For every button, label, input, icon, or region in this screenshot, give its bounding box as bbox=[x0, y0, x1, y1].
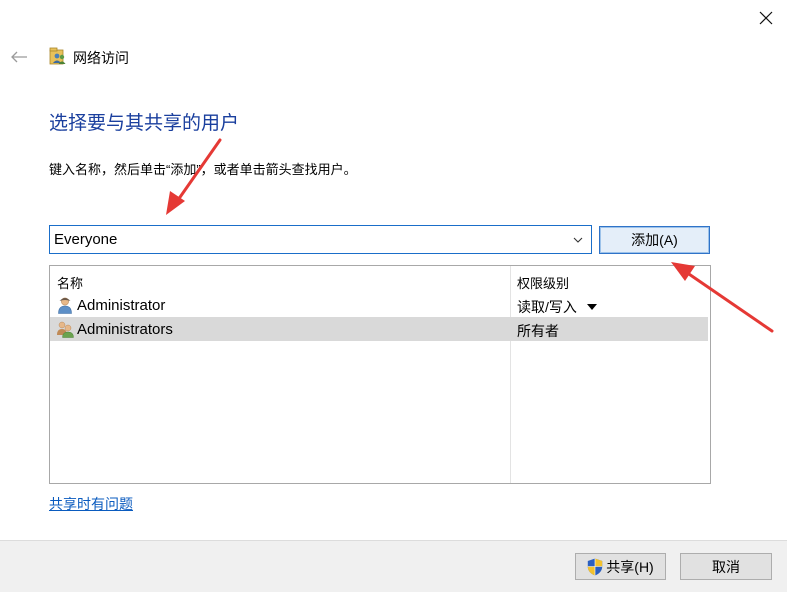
window-title: 网络访问 bbox=[73, 50, 129, 66]
table-row[interactable]: Administrator 读取/写入 bbox=[50, 293, 708, 317]
user-name-combobox[interactable] bbox=[49, 225, 592, 254]
page-heading: 选择要与其共享的用户 bbox=[49, 113, 240, 134]
user-group-icon bbox=[57, 321, 74, 338]
cancel-button[interactable]: 取消 bbox=[680, 553, 772, 580]
network-users-icon bbox=[49, 47, 66, 65]
permission-value: 所有者 bbox=[517, 323, 559, 339]
permission-value: 读取/写入 bbox=[517, 299, 577, 315]
table-header: 名称 权限级别 bbox=[50, 266, 710, 292]
user-icon bbox=[58, 297, 72, 314]
share-button[interactable]: 共享(H) bbox=[575, 553, 666, 580]
close-icon bbox=[759, 11, 773, 25]
user-name-input[interactable] bbox=[50, 226, 565, 253]
close-button[interactable] bbox=[745, 0, 787, 36]
uac-shield-icon bbox=[588, 558, 603, 575]
table-row[interactable]: Administrators 所有者 bbox=[50, 317, 708, 341]
add-button[interactable]: 添加(A) bbox=[599, 226, 710, 254]
back-arrow-icon bbox=[11, 51, 27, 63]
sharing-help-link[interactable]: 共享时有问题 bbox=[49, 494, 133, 514]
instruction-text: 键入名称，然后单击“添加”，或者单击箭头查找用户。 bbox=[49, 162, 357, 177]
column-header-name[interactable]: 名称 bbox=[57, 273, 83, 292]
column-header-permission[interactable]: 权限级别 bbox=[517, 273, 569, 292]
users-table: 名称 权限级别 Administrator 读取/写入 Administrato… bbox=[49, 265, 711, 484]
combo-dropdown-button[interactable] bbox=[565, 226, 591, 253]
footer-bar: 共享(H) 取消 bbox=[0, 540, 787, 592]
back-button[interactable] bbox=[8, 46, 30, 68]
chevron-down-icon bbox=[573, 237, 583, 243]
user-name: Administrator bbox=[77, 297, 166, 314]
triangle-down-icon bbox=[586, 303, 597, 310]
user-name: Administrators bbox=[77, 321, 173, 338]
permission-dropdown[interactable]: 读取/写入 bbox=[517, 297, 597, 317]
share-button-label: 共享(H) bbox=[606, 558, 654, 575]
